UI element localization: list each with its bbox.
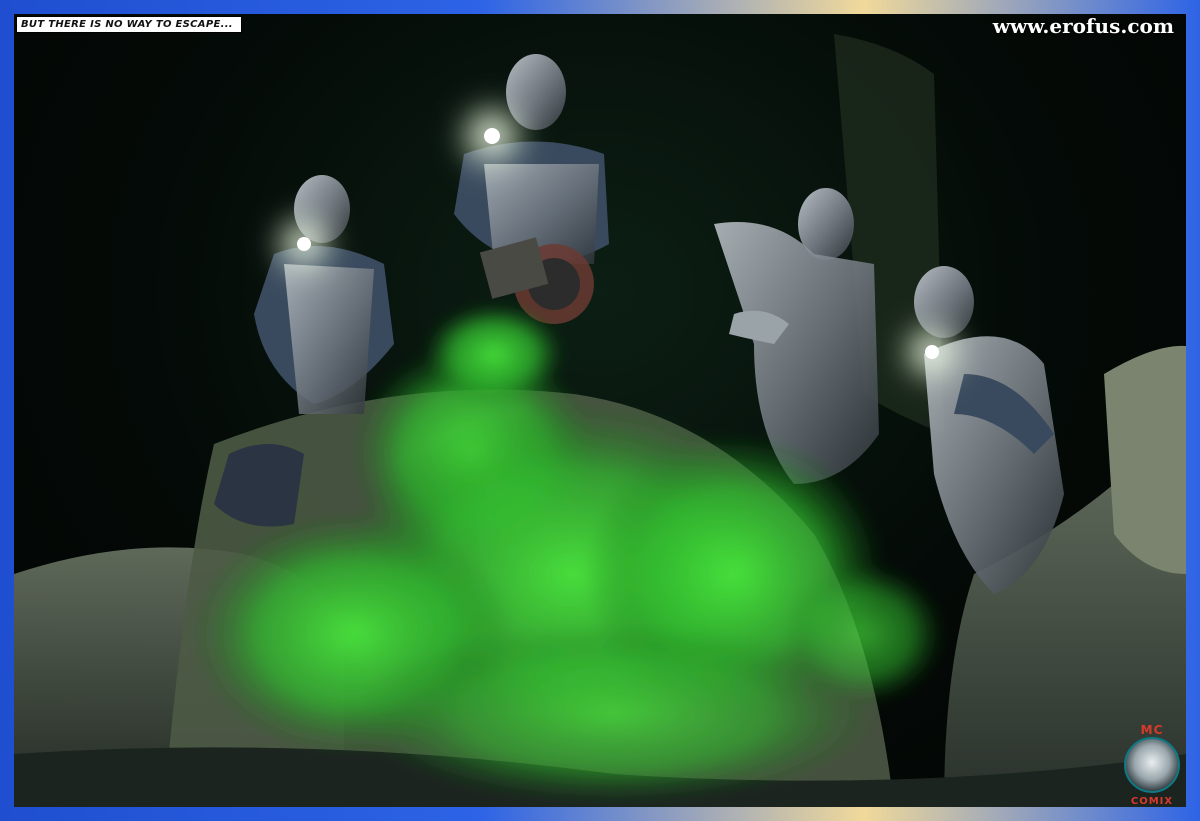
- logo-top-text: MC: [1140, 723, 1164, 737]
- watermark-text: www.erofus.com: [992, 14, 1174, 38]
- logo-bottom-text: COMIX: [1130, 796, 1174, 807]
- comic-page: BUT THERE IS NO WAY TO ESCAPE... www.ero…: [0, 0, 1200, 821]
- logo-face-icon: [1124, 737, 1180, 793]
- comic-panel: BUT THERE IS NO WAY TO ESCAPE... www.ero…: [14, 14, 1186, 807]
- mc-comix-logo: MC COMIX: [1120, 723, 1184, 807]
- panel-scene: [14, 34, 1186, 807]
- caption-box: BUT THERE IS NO WAY TO ESCAPE...: [16, 16, 242, 33]
- soldier-right: [914, 266, 1064, 594]
- soldier-top: [454, 54, 609, 324]
